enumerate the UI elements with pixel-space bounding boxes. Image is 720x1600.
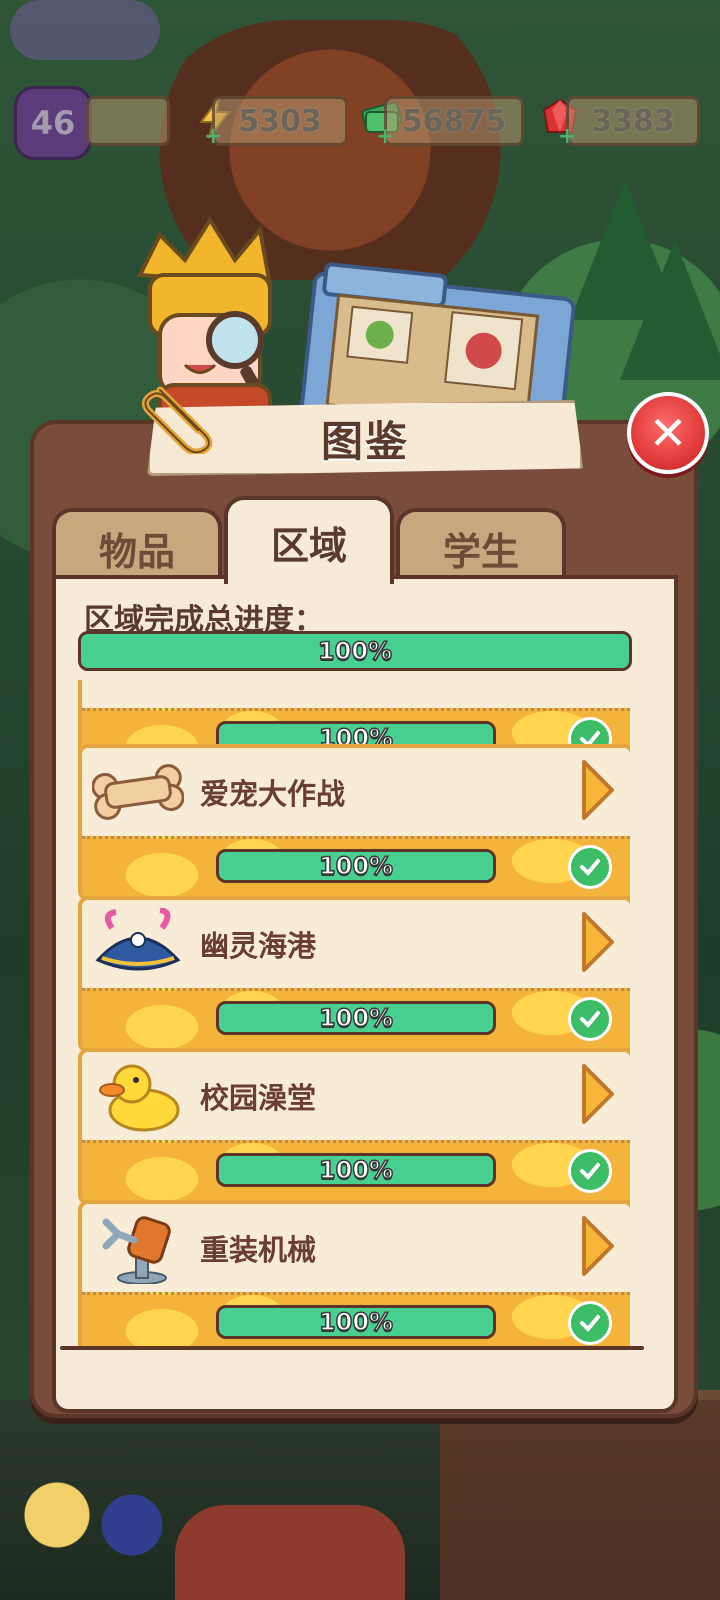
- area-name: 幽灵海港: [200, 929, 317, 963]
- robot-arm-icon: [102, 1216, 171, 1284]
- area-card[interactable]: 爱宠大作战 100%: [78, 744, 630, 901]
- area-name: 校园澡堂: [200, 1081, 317, 1115]
- area-progress-row: 100%: [82, 1292, 630, 1346]
- area-progress-bar: 100%: [216, 1153, 496, 1187]
- paperclip-decoration: [141, 386, 213, 454]
- close-icon: ✕: [648, 406, 688, 460]
- tab-label: 物品: [98, 529, 175, 574]
- add-gem-icon[interactable]: +: [558, 126, 576, 148]
- arrow-right-icon[interactable]: [578, 758, 616, 822]
- add-energy-icon[interactable]: +: [204, 126, 222, 148]
- gem-counter[interactable]: 3383: [566, 96, 700, 146]
- area-card[interactable]: 重装机械 100%: [78, 1200, 630, 1346]
- arrow-right-icon[interactable]: [578, 910, 616, 974]
- page-title: 图鉴: [320, 416, 409, 466]
- area-progress-text: 100%: [318, 1155, 394, 1185]
- area-progress-bar: 100%: [216, 1001, 496, 1035]
- shop-building: [440, 1390, 720, 1600]
- close-button[interactable]: ✕: [627, 392, 709, 474]
- area-progress-text: 100%: [318, 1003, 394, 1033]
- area-progress-row: 100%: [82, 1140, 630, 1201]
- check-icon: [568, 1301, 612, 1345]
- arrow-right-icon[interactable]: [578, 1062, 616, 1126]
- level-value: 46: [30, 104, 76, 142]
- level-progress-bar: [86, 96, 170, 146]
- pirate-hat-icon: [95, 908, 181, 971]
- tab-students[interactable]: 学生: [396, 508, 566, 584]
- list-bottom-divider: [60, 1346, 644, 1350]
- tab-areas[interactable]: 区域: [224, 496, 394, 584]
- energy-counter[interactable]: 5303: [212, 96, 348, 146]
- area-progress-bar: 100%: [216, 1305, 496, 1339]
- area-progress-bar: 100%: [216, 849, 496, 883]
- tab-label: 学生: [442, 529, 519, 574]
- check-icon: [568, 997, 612, 1041]
- bone-icon: [92, 764, 184, 820]
- cloud-decoration: [10, 0, 160, 60]
- area-name: 重装机械: [200, 1233, 317, 1267]
- area-list[interactable]: 100% 爱宠大作战 100% 幽灵海港 100% 校园澡堂 100% 重装机械…: [78, 680, 630, 1346]
- area-progress-text: 100%: [318, 1307, 394, 1337]
- energy-value: 5303: [238, 103, 322, 139]
- area-progress-text: 100%: [318, 851, 394, 881]
- area-card[interactable]: 校园澡堂 100%: [78, 1048, 630, 1205]
- level-badge[interactable]: 46: [14, 86, 92, 160]
- tab-label: 区域: [270, 523, 347, 568]
- total-progress-text: 100%: [317, 636, 393, 666]
- cash-counter[interactable]: 56875: [384, 96, 524, 146]
- area-name: 爱宠大作战: [200, 777, 346, 811]
- check-icon: [568, 1149, 612, 1193]
- cash-value: 56875: [401, 103, 507, 139]
- gem-value: 3383: [591, 103, 675, 139]
- student-characters: [12, 1470, 162, 1600]
- arrow-right-icon[interactable]: [578, 1214, 616, 1278]
- rubber-duck-icon: [99, 1064, 180, 1132]
- tree-decoration: [620, 240, 720, 380]
- area-card[interactable]: 幽灵海港 100%: [78, 896, 630, 1053]
- add-cash-icon[interactable]: +: [376, 126, 394, 148]
- area-progress-row: 100%: [82, 988, 630, 1049]
- area-progress-row: 100%: [82, 836, 630, 897]
- check-icon: [568, 845, 612, 889]
- awning-decoration: [175, 1505, 405, 1600]
- tab-items[interactable]: 物品: [52, 508, 222, 584]
- total-progress-bar: 100%: [78, 631, 632, 671]
